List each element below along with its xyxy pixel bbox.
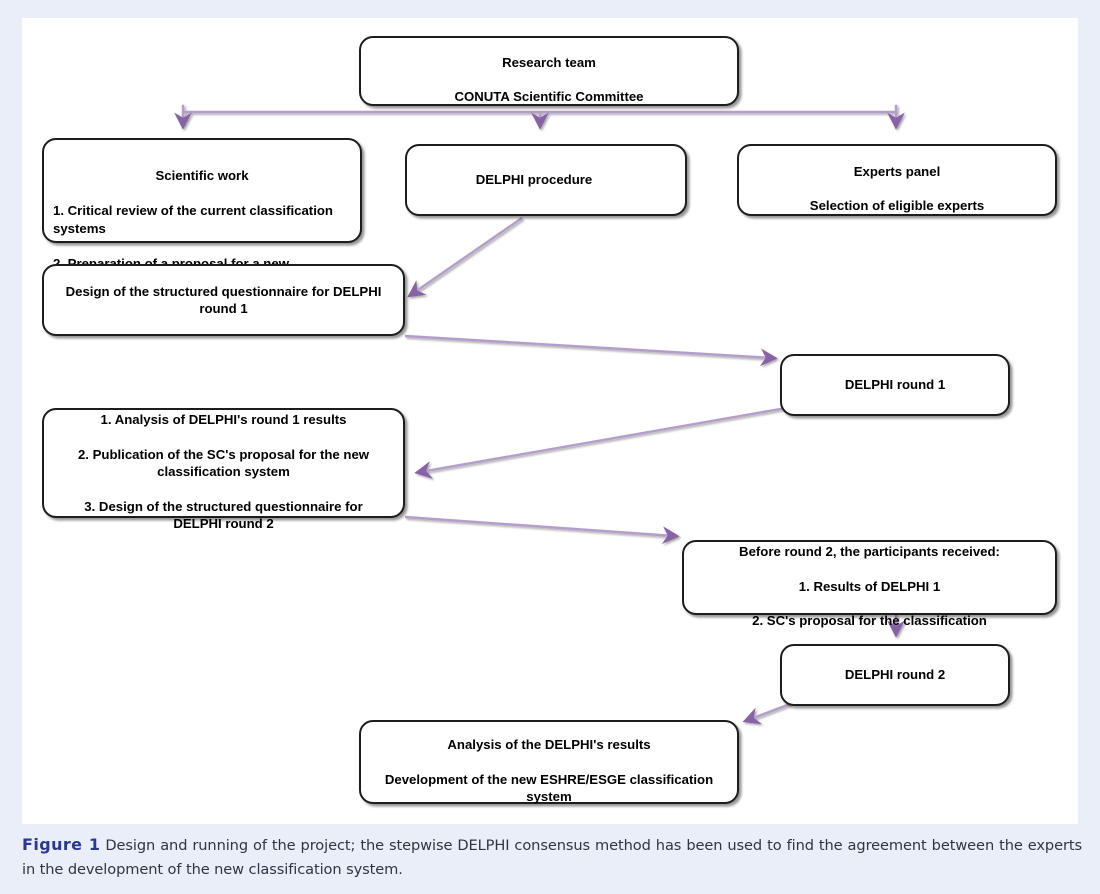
questionnaire-round-1-label: Design of the structured questionnaire f… (65, 283, 382, 316)
delphi-round-2-label: DELPHI round 2 (844, 667, 946, 683)
research-team-line1: Research team (502, 54, 596, 70)
edge-analysis-to-before-round2 (404, 515, 680, 545)
final-analysis-line2: Development of the new ESHRE/ESGE classi… (384, 771, 714, 805)
figure-caption-text: Design and running of the project; the s… (22, 837, 1082, 878)
final-analysis-line1: Analysis of the DELPHI's results (447, 736, 651, 752)
analysis-round-1-item-3: 3. Design of the structured questionnair… (84, 498, 363, 532)
edge-round2-to-final (742, 702, 791, 725)
node-final-analysis[interactable]: Analysis of the DELPHI's results Develop… (359, 720, 739, 804)
edge-round1-to-analysis (414, 406, 787, 479)
research-team-line2: CONUTA Scientific Committee (454, 89, 644, 105)
before-round-2-line2: 1. Results of DELPHI 1 (798, 578, 941, 594)
node-delphi-round-2[interactable]: DELPHI round 2 (780, 644, 1010, 706)
scientific-work-item-1: 1. Critical review of the current classi… (53, 203, 333, 236)
node-scientific-work[interactable]: Scientific work 1. Critical review of th… (42, 138, 362, 288)
before-round-2-line1: Before round 2, the participants receive… (739, 543, 1000, 559)
analysis-round-1-item-2: 2. Publication of the SC's proposal for … (77, 446, 370, 479)
figure-caption: Figure 1 Design and running of the proje… (22, 832, 1082, 882)
figure-page: Research team CONUTA Scientific Committe… (0, 0, 1100, 894)
edge-procedure-to-questionnaire (407, 217, 523, 298)
node-research-team[interactable]: Research team CONUTA Scientific Committe… (359, 36, 739, 106)
node-before-round-2[interactable]: Before round 2, the participants receive… (682, 540, 1057, 628)
analysis-round-1-item-1: 1. Analysis of DELPHI's round 1 results (100, 411, 347, 427)
node-delphi-procedure[interactable]: DELPHI procedure (405, 144, 687, 216)
edge-questionnaire-to-round1 (404, 334, 778, 367)
edge-bus (181, 104, 898, 114)
before-round-2-line3: 2. SC's proposal for the classification (752, 613, 987, 629)
scientific-work-title: Scientific work (155, 168, 249, 184)
diagram-canvas: Research team CONUTA Scientific Committe… (22, 18, 1078, 824)
figure-label: Figure 1 (22, 835, 101, 854)
delphi-procedure-label: DELPHI procedure (475, 172, 593, 188)
node-analysis-round-1[interactable]: 1. Analysis of DELPHI's round 1 results … (42, 408, 405, 531)
experts-panel-line1: Experts panel (853, 163, 941, 179)
node-questionnaire-round-1[interactable]: Design of the structured questionnaire f… (42, 264, 405, 336)
node-delphi-round-1[interactable]: DELPHI round 1 (780, 354, 1010, 416)
experts-panel-line2: Selection of eligible experts (809, 198, 985, 214)
node-experts-panel[interactable]: Experts panel Selection of eligible expe… (737, 144, 1057, 216)
delphi-round-1-label: DELPHI round 1 (844, 377, 946, 393)
